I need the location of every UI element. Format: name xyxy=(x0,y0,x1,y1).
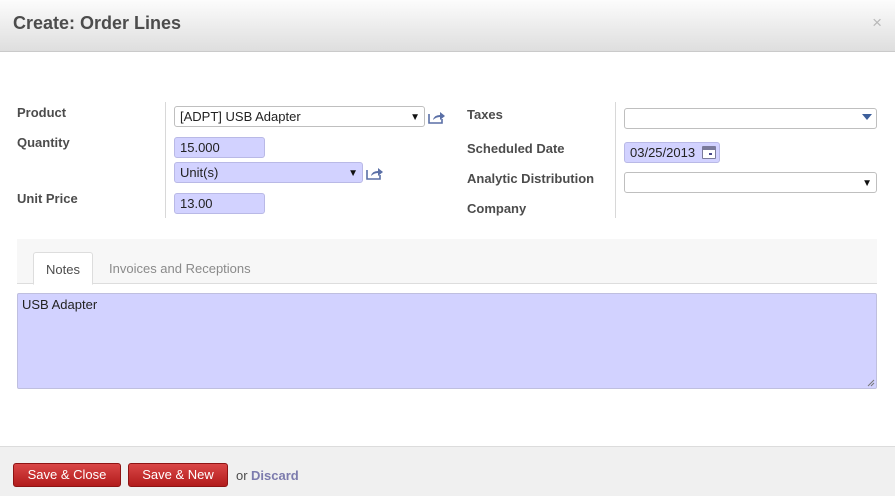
or-text: or xyxy=(236,468,248,483)
discard-link[interactable]: Discard xyxy=(251,468,299,483)
dropdown-arrow-icon: ▼ xyxy=(862,178,872,189)
scheduled-date-label: Scheduled Date xyxy=(467,141,565,156)
unit-price-input[interactable]: 13.00 xyxy=(174,193,265,214)
scheduled-date-input[interactable]: 03/25/2013 xyxy=(624,142,720,163)
taxes-label: Taxes xyxy=(467,107,503,122)
analytic-distribution-select[interactable]: ▼ xyxy=(624,172,877,193)
tab-invoices-and-receptions[interactable]: Invoices and Receptions xyxy=(97,252,263,285)
quantity-value: 15.000 xyxy=(180,140,220,155)
scheduled-date-value: 03/25/2013 xyxy=(630,145,696,160)
notebook-tabs: Notes Invoices and Receptions xyxy=(17,239,877,285)
dropdown-arrow-icon xyxy=(862,114,872,120)
right-column-divider xyxy=(615,102,616,218)
tab-notes[interactable]: Notes xyxy=(33,252,93,285)
dialog-footer: Save & Close Save & New or Discard xyxy=(0,446,895,496)
quantity-label: Quantity xyxy=(17,135,70,150)
calendar-icon[interactable] xyxy=(702,146,716,159)
unit-price-value: 13.00 xyxy=(180,196,213,211)
company-value xyxy=(624,202,877,218)
external-link-icon[interactable] xyxy=(366,166,384,180)
close-icon[interactable]: × xyxy=(872,14,882,32)
uom-select[interactable]: Unit(s) ▼ xyxy=(174,162,363,183)
company-label: Company xyxy=(467,201,527,216)
product-select[interactable]: [ADPT] USB Adapter ▼ xyxy=(174,106,425,127)
quantity-input[interactable]: 15.000 xyxy=(174,137,265,158)
external-link-icon[interactable] xyxy=(428,110,446,124)
product-label: Product xyxy=(17,105,67,120)
left-column-divider xyxy=(165,102,166,218)
resize-grip-icon[interactable] xyxy=(866,378,875,387)
unit-price-label: Unit Price xyxy=(17,191,78,206)
product-value: [ADPT] USB Adapter xyxy=(180,109,301,124)
save-close-button[interactable]: Save & Close xyxy=(13,463,121,487)
dropdown-arrow-icon: ▼ xyxy=(348,168,358,179)
dialog-title: Create: Order Lines xyxy=(13,13,182,33)
analytic-distribution-label: Analytic Distribution xyxy=(467,171,595,186)
notes-textarea[interactable]: USB Adapter xyxy=(17,293,877,389)
taxes-input[interactable] xyxy=(624,108,877,129)
notes-value: USB Adapter xyxy=(22,297,98,312)
uom-value: Unit(s) xyxy=(180,165,219,180)
dialog-header: Create: Order Lines × xyxy=(0,0,895,52)
save-new-button[interactable]: Save & New xyxy=(128,463,228,487)
dropdown-arrow-icon: ▼ xyxy=(410,112,420,123)
